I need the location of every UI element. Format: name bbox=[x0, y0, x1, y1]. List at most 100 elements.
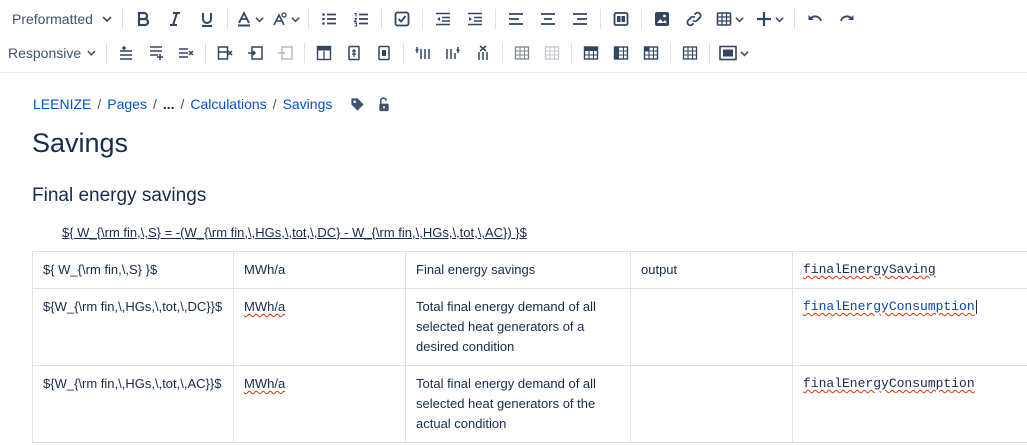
type-cell[interactable]: output bbox=[630, 251, 793, 289]
outdent-icon bbox=[436, 12, 450, 26]
align-center-button[interactable] bbox=[532, 5, 564, 33]
outdent-button[interactable] bbox=[427, 5, 459, 33]
toolbar-separator bbox=[106, 43, 107, 63]
toolbar-separator bbox=[641, 9, 642, 29]
italic-button[interactable] bbox=[159, 5, 191, 33]
delete-column-button[interactable] bbox=[468, 39, 498, 67]
more-formatting-button[interactable] bbox=[268, 5, 304, 33]
variable-cell[interactable]: finalEnergySaving bbox=[792, 251, 1027, 289]
table-row: ${ W_{\rm fin,\,S} }$ MWh/a Final energy… bbox=[32, 251, 1027, 289]
cell-properties-icon bbox=[378, 45, 390, 61]
insert-row-before-button[interactable] bbox=[111, 39, 141, 67]
plus-icon bbox=[757, 12, 771, 26]
underline-button[interactable] bbox=[191, 5, 223, 33]
unit-cell[interactable]: MWh/a bbox=[233, 365, 406, 443]
toolbar-separator bbox=[422, 9, 423, 29]
description-cell[interactable]: Total final energy demand of all selecte… bbox=[405, 365, 631, 443]
text-style-label: Preformatted bbox=[12, 11, 93, 27]
variable-name: finalEnergySaving bbox=[803, 262, 936, 277]
toolbar-separator bbox=[600, 9, 601, 29]
image-icon bbox=[655, 12, 669, 26]
numbered-list-icon bbox=[353, 12, 368, 27]
toolbar-separator bbox=[205, 43, 206, 63]
row-header-button[interactable] bbox=[309, 39, 339, 67]
description-cell[interactable]: Total final energy demand of all selecte… bbox=[405, 288, 631, 366]
breadcrumb-item-pages[interactable]: Pages bbox=[107, 96, 147, 112]
chevron-down-icon bbox=[740, 50, 749, 56]
row-properties-button[interactable] bbox=[339, 39, 369, 67]
text-color-button[interactable] bbox=[232, 5, 268, 33]
math-formula[interactable]: ${ W_{\rm fin,\,S} = -(W_{\rm fin,\,HGs,… bbox=[62, 225, 527, 240]
bullet-list-button[interactable] bbox=[313, 5, 345, 33]
bold-button[interactable] bbox=[127, 5, 159, 33]
insert-link-button[interactable] bbox=[678, 5, 710, 33]
merge-cells-button[interactable] bbox=[507, 39, 537, 67]
cell-properties-button[interactable] bbox=[369, 39, 399, 67]
breadcrumb-ellipsis[interactable]: ... bbox=[163, 96, 175, 112]
symbol-cell[interactable]: ${W_{\rm fin,\,HGs,\,tot,\,DC}}$ bbox=[32, 288, 234, 366]
variable-cell[interactable]: finalEnergyConsumption bbox=[792, 288, 1027, 366]
toolbar-separator bbox=[495, 9, 496, 29]
section-heading[interactable]: Final energy savings bbox=[32, 185, 206, 207]
insert-table-button[interactable] bbox=[710, 5, 750, 33]
cut-row-button[interactable] bbox=[210, 39, 240, 67]
paste-row-button[interactable] bbox=[270, 39, 300, 67]
delete-row-button[interactable] bbox=[171, 39, 201, 67]
text-style-dropdown[interactable]: Preformatted bbox=[6, 5, 118, 33]
description-cell[interactable]: Final energy savings bbox=[405, 251, 631, 289]
insert-row-after-button[interactable] bbox=[141, 39, 171, 67]
label-tag-icon[interactable] bbox=[350, 97, 365, 112]
numbered-list-button[interactable] bbox=[345, 5, 377, 33]
editor-toolbar-table: Responsive bbox=[0, 37, 1027, 69]
table-layout-dropdown[interactable]: Responsive bbox=[2, 39, 102, 67]
type-cell[interactable] bbox=[630, 365, 793, 443]
header-column-button[interactable] bbox=[606, 39, 636, 67]
align-left-button[interactable] bbox=[500, 5, 532, 33]
table-row: ${W_{\rm fin,\,HGs,\,tot,\,AC}}$ MWh/a T… bbox=[32, 365, 1027, 443]
header-row-button[interactable] bbox=[576, 39, 606, 67]
toolbar-separator bbox=[381, 9, 382, 29]
page-title[interactable]: Savings bbox=[32, 128, 128, 159]
toolbar-separator bbox=[227, 9, 228, 29]
table-options-button[interactable] bbox=[714, 39, 754, 67]
unit-cell[interactable]: MWh/a bbox=[233, 251, 406, 289]
chevron-down-icon bbox=[255, 16, 264, 22]
unit-text: MWh/a bbox=[244, 376, 286, 391]
text-cursor bbox=[975, 299, 977, 314]
table-layout-label: Responsive bbox=[8, 45, 82, 61]
insert-image-button[interactable] bbox=[646, 5, 678, 33]
italic-icon bbox=[170, 12, 180, 26]
paste-row-icon bbox=[278, 46, 293, 60]
calculation-table: ${ W_{\rm fin,\,S} }$ MWh/a Final energy… bbox=[32, 251, 1027, 443]
toolbar-separator bbox=[670, 43, 671, 63]
copy-row-button[interactable] bbox=[240, 39, 270, 67]
breadcrumb-item-space[interactable]: LEENIZE bbox=[33, 96, 91, 112]
unit-text: MWh/a bbox=[244, 299, 286, 314]
table-borders-icon bbox=[682, 46, 698, 60]
redo-button[interactable] bbox=[831, 5, 863, 33]
symbol-cell[interactable]: ${W_{\rm fin,\,HGs,\,tot,\,AC}}$ bbox=[32, 365, 234, 443]
table-row: ${W_{\rm fin,\,HGs,\,tot,\,DC}}$ MWh/a T… bbox=[32, 288, 1027, 366]
symbol-cell[interactable]: ${ W_{\rm fin,\,S} }$ bbox=[32, 251, 234, 289]
insert-more-button[interactable] bbox=[750, 5, 790, 33]
breadcrumb-item-calculations[interactable]: Calculations bbox=[190, 96, 266, 112]
breadcrumb-item-savings[interactable]: Savings bbox=[283, 96, 333, 112]
align-right-button[interactable] bbox=[564, 5, 596, 33]
insert-column-before-button[interactable] bbox=[408, 39, 438, 67]
type-cell[interactable] bbox=[630, 288, 793, 366]
undo-button[interactable] bbox=[799, 5, 831, 33]
align-center-icon bbox=[541, 13, 555, 25]
restrictions-unlock-icon[interactable] bbox=[377, 96, 391, 112]
table-options-icon bbox=[719, 45, 737, 61]
underline-icon bbox=[202, 13, 212, 27]
indent-button[interactable] bbox=[459, 5, 491, 33]
table-borders-button[interactable] bbox=[675, 39, 705, 67]
insert-column-after-button[interactable] bbox=[438, 39, 468, 67]
task-list-button[interactable] bbox=[386, 5, 418, 33]
split-cell-button[interactable] bbox=[537, 39, 567, 67]
layout-button[interactable] bbox=[605, 5, 637, 33]
delete-column-icon bbox=[478, 45, 488, 60]
variable-cell[interactable]: finalEnergyConsumption bbox=[792, 365, 1027, 443]
numbered-column-button[interactable] bbox=[636, 39, 666, 67]
unit-cell[interactable]: MWh/a bbox=[233, 288, 406, 366]
